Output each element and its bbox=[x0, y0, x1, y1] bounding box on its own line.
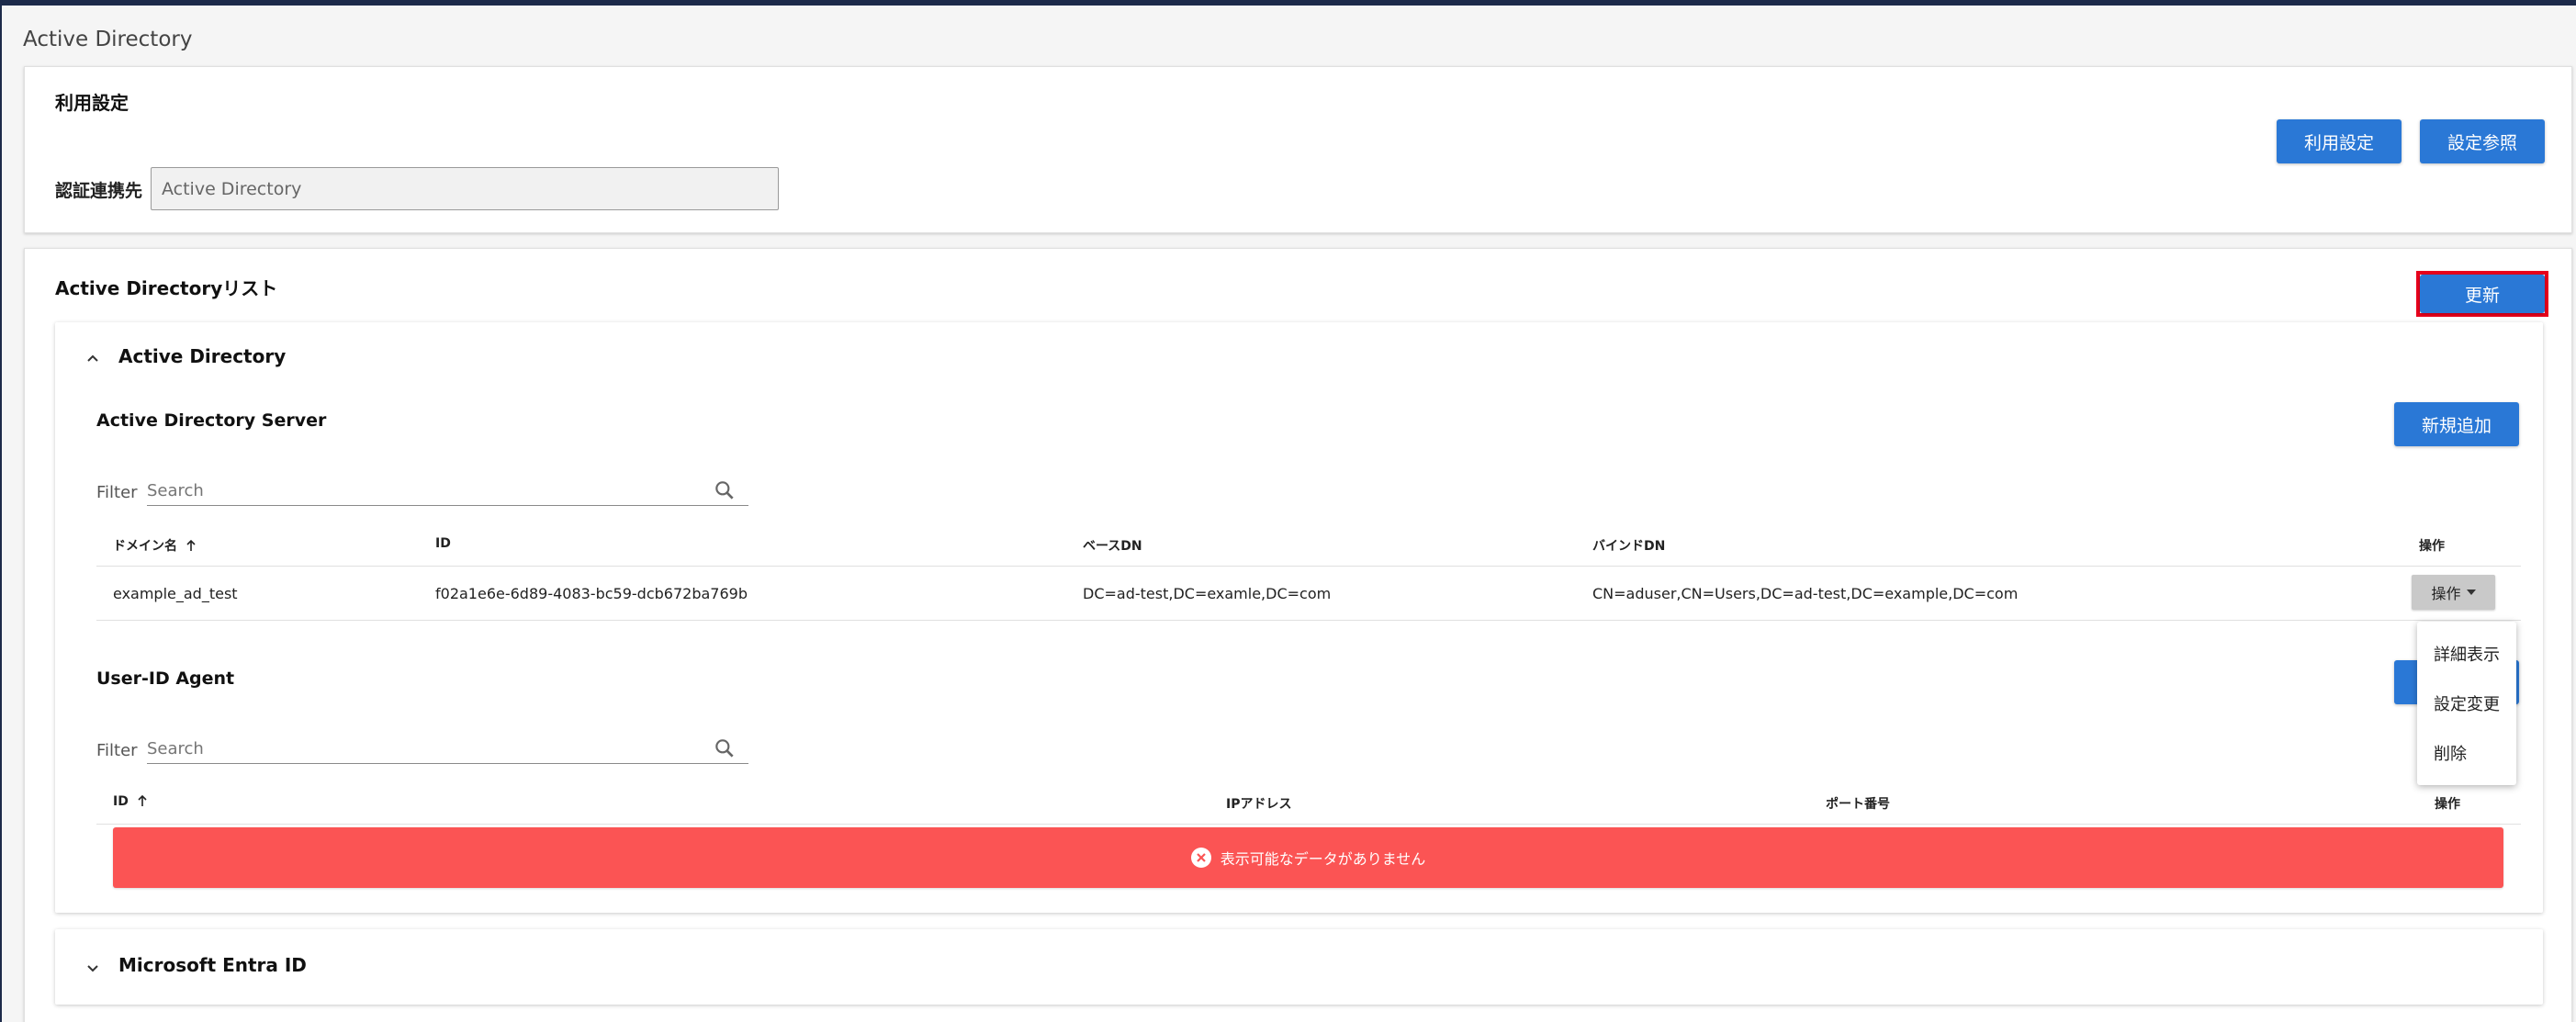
cell-bind-dn: CN=aduser,CN=Users,DC=ad-test,DC=example… bbox=[1592, 585, 2019, 602]
cell-domain: example_ad_test bbox=[113, 585, 238, 602]
ad-accordion-panel: Active Directory Active Directory Server… bbox=[55, 322, 2543, 913]
ad-server-title: Active Directory Server bbox=[96, 410, 327, 431]
column-header-domain[interactable]: ドメイン名 bbox=[113, 536, 197, 555]
chevron-down-icon bbox=[87, 965, 98, 972]
menu-item-edit[interactable]: 設定変更 bbox=[2434, 691, 2500, 715]
column-header-bind-dn[interactable]: バインドDN bbox=[1592, 536, 1665, 555]
use-settings-button[interactable]: 利用設定 bbox=[2277, 119, 2402, 163]
entra-accordion-title[interactable]: Microsoft Entra ID bbox=[118, 954, 307, 976]
agent-column-header-id-label: ID bbox=[113, 794, 129, 809]
agent-filter-label: Filter bbox=[96, 741, 138, 760]
cell-id: f02a1e6e-6d89-4083-bc59-dcb672ba769b bbox=[435, 585, 748, 602]
empty-data-text: 表示可能なデータがありません bbox=[1220, 850, 1426, 868]
empty-data-message: 表示可能なデータがありません bbox=[113, 827, 2503, 888]
agent-column-header-ip[interactable]: IPアドレス bbox=[1226, 794, 1291, 813]
auth-integration-field[interactable]: Active Directory bbox=[151, 167, 779, 210]
sort-arrow-up-icon bbox=[138, 794, 147, 806]
server-search-icon[interactable] bbox=[713, 478, 737, 502]
ad-accordion-title[interactable]: Active Directory bbox=[118, 345, 286, 367]
agent-search-input[interactable] bbox=[147, 738, 748, 764]
server-filter-label: Filter bbox=[96, 483, 138, 502]
agent-search-icon[interactable] bbox=[713, 736, 737, 760]
agent-column-header-port[interactable]: ポート番号 bbox=[1826, 794, 1890, 813]
table-divider bbox=[96, 824, 2521, 825]
refresh-button[interactable]: 更新 bbox=[2420, 275, 2545, 313]
column-header-domain-label: ドメイン名 bbox=[113, 539, 177, 554]
server-search-input[interactable] bbox=[147, 480, 748, 506]
usage-settings-card: 利用設定 認証連携先 Active Directory 利用設定 設定参照 bbox=[24, 66, 2572, 233]
caret-down-icon bbox=[2466, 590, 2476, 595]
cell-base-dn: DC=ad-test,DC=examle,DC=com bbox=[1083, 585, 1332, 602]
entra-accordion-panel[interactable]: Microsoft Entra ID bbox=[55, 929, 2543, 1005]
menu-item-detail[interactable]: 詳細表示 bbox=[2434, 642, 2500, 666]
error-circle-icon bbox=[1190, 848, 1211, 868]
ad-list-card: Active Directoryリスト 更新 Active Directory … bbox=[24, 248, 2572, 1022]
add-new-button[interactable]: 新規追加 bbox=[2394, 402, 2519, 446]
row-ops-label: 操作 bbox=[2431, 585, 2461, 602]
chevron-up-icon bbox=[87, 354, 98, 362]
table-divider bbox=[96, 620, 2521, 621]
column-header-id[interactable]: ID bbox=[435, 536, 451, 551]
ops-dropdown-menu: 詳細表示 設定変更 削除 bbox=[2417, 622, 2516, 785]
usage-settings-title: 利用設定 bbox=[55, 92, 129, 114]
menu-item-delete[interactable]: 削除 bbox=[2434, 741, 2467, 765]
accordion-expand-toggle[interactable] bbox=[85, 351, 100, 368]
user-id-agent-title: User-ID Agent bbox=[96, 668, 235, 689]
sort-arrow-up-icon bbox=[186, 539, 196, 551]
agent-column-header-id[interactable]: ID bbox=[113, 794, 148, 809]
column-header-base-dn[interactable]: ベースDN bbox=[1083, 536, 1142, 555]
view-settings-button[interactable]: 設定参照 bbox=[2420, 119, 2545, 163]
page-title: Active Directory bbox=[23, 28, 193, 51]
column-header-ops: 操作 bbox=[2419, 539, 2445, 554]
agent-column-header-ops: 操作 bbox=[2435, 797, 2460, 812]
auth-integration-label: 認証連携先 bbox=[55, 181, 143, 201]
ad-list-title: Active Directoryリスト bbox=[55, 277, 278, 299]
table-row: example_ad_test f02a1e6e-6d89-4083-bc59-… bbox=[96, 567, 2521, 620]
refresh-highlight: 更新 bbox=[2416, 271, 2548, 317]
row-ops-button[interactable]: 操作 bbox=[2412, 575, 2495, 610]
